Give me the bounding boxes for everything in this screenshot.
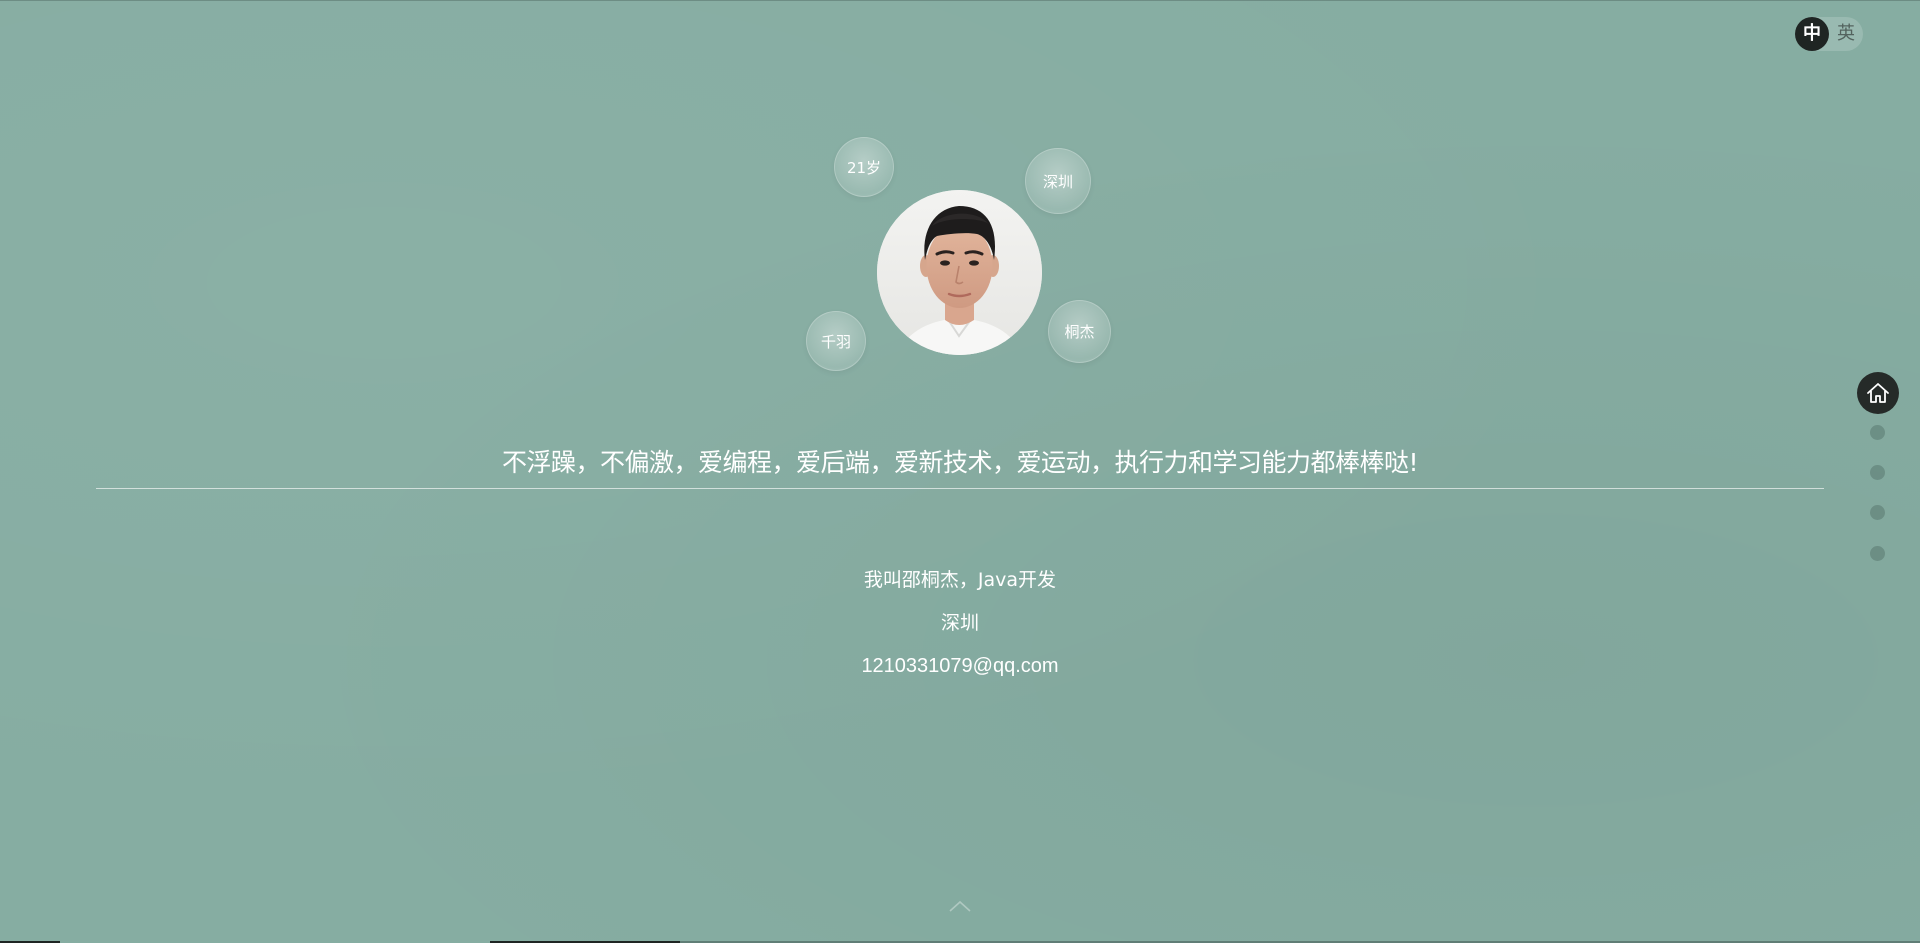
city-bubble[interactable]: 深圳	[1025, 148, 1091, 214]
side-nav-dot-3[interactable]	[1870, 505, 1885, 520]
side-nav-dot-2[interactable]	[1870, 465, 1885, 480]
alias-bubble[interactable]: 千羽	[806, 311, 866, 371]
language-switch: 中 英	[1795, 17, 1863, 51]
age-bubble[interactable]: 21岁	[834, 137, 894, 197]
side-nav-dot-1[interactable]	[1870, 425, 1885, 440]
scroll-chevron-up-button[interactable]	[948, 898, 972, 914]
side-nav-home-button[interactable]	[1857, 372, 1899, 414]
location-text: 深圳	[940, 612, 979, 634]
intro-text: 我叫邵桐杰，Java开发	[863, 569, 1057, 591]
language-english-button[interactable]: 英	[1829, 17, 1863, 51]
chevron-up-icon	[949, 900, 971, 912]
avatar	[877, 190, 1042, 355]
language-chinese-button[interactable]: 中	[1795, 17, 1829, 51]
name-bubble[interactable]: 桐杰	[1048, 300, 1111, 363]
motto-text: 不浮躁，不偏激，爱编程，爱后端，爱新技术，爱运动，执行力和学习能力都棒棒哒!	[501, 448, 1419, 477]
email-link[interactable]: 1210331079@qq.com	[0, 653, 1920, 679]
top-border	[0, 0, 1920, 1]
home-icon	[1867, 383, 1889, 403]
side-nav-dot-4[interactable]	[1870, 546, 1885, 561]
avatar-photo	[877, 190, 1042, 355]
divider-line	[96, 488, 1824, 489]
